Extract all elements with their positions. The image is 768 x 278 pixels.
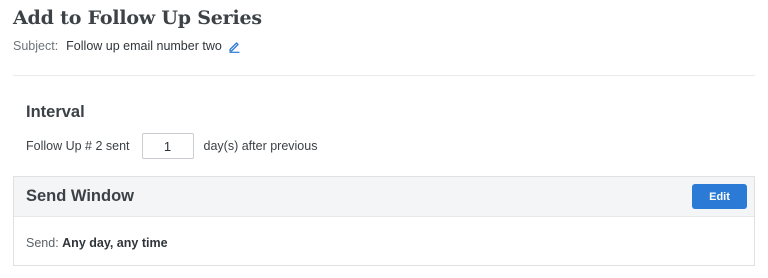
section-divider <box>13 75 755 76</box>
interval-row: Follow Up # 2 sent day(s) after previous <box>26 133 317 159</box>
subject-row: Subject: Follow up email number two <box>13 39 241 53</box>
send-value: Any day, any time <box>62 236 168 250</box>
interval-suffix: day(s) after previous <box>203 139 318 153</box>
interval-prefix: Follow Up # 2 sent <box>26 139 130 153</box>
interval-heading: Interval <box>26 103 85 121</box>
pencil-icon[interactable] <box>228 40 241 53</box>
subject-label: Subject: <box>13 39 59 53</box>
send-window-title: Send Window <box>26 187 135 205</box>
send-window-panel: Send Window Edit Send: Any day, any time <box>13 176 755 266</box>
send-row: Send: Any day, any time <box>14 217 754 250</box>
subject-value: Follow up email number two <box>66 39 222 53</box>
send-label: Send: <box>26 236 59 250</box>
days-input[interactable] <box>141 133 194 159</box>
send-window-header: Send Window Edit <box>14 177 754 217</box>
page-title: Add to Follow Up Series <box>13 7 262 29</box>
edit-button[interactable]: Edit <box>692 184 747 209</box>
